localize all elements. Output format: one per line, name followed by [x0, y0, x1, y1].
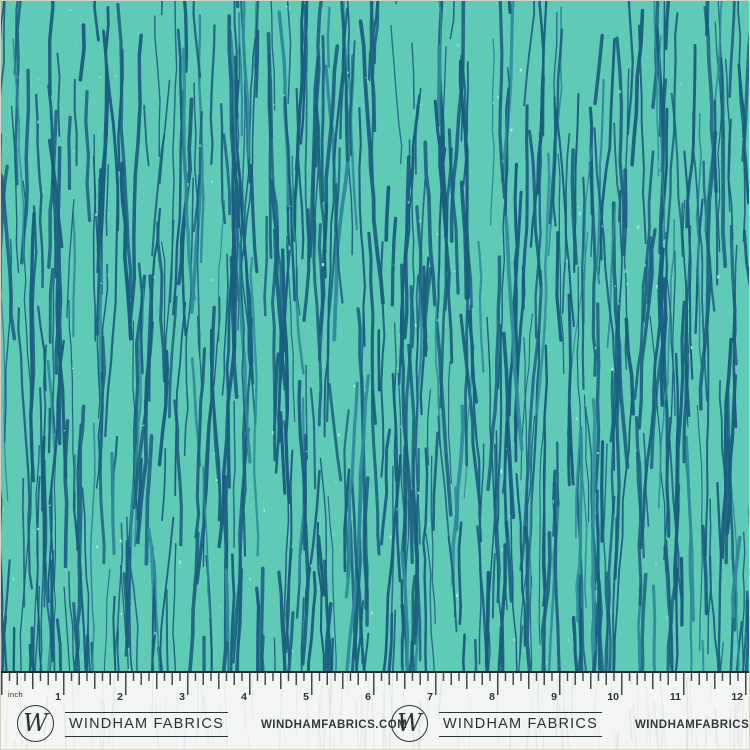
brand-website: WINDHAMFABRICS.COM	[635, 719, 749, 731]
ruler-number: 7	[416, 691, 433, 703]
ruler-number: 8	[478, 691, 495, 703]
brand-block: W WINDHAM FABRICS WINDHAMFABRICS.COM	[375, 704, 749, 745]
fabric-swatch-image: inch 123456789101112 W WINDHAM FABRICS W…	[0, 0, 750, 750]
branding-strip: W WINDHAM FABRICS WINDHAMFABRICS.COM W W…	[1, 704, 749, 745]
ruler-unit-label: inch	[8, 690, 23, 699]
windham-monogram-icon: W	[391, 705, 428, 742]
ruler-number: 11	[664, 691, 681, 703]
brand-name: WINDHAM FABRICS	[439, 712, 602, 737]
ruler-number: 1	[44, 691, 61, 703]
ruler-branding-strip: inch 123456789101112 W WINDHAM FABRICS W…	[1, 671, 749, 749]
ruler-number: 3	[168, 691, 185, 703]
fabric-texture-art	[1, 1, 749, 671]
brand-block: W WINDHAM FABRICS WINDHAMFABRICS.COM	[1, 704, 375, 745]
ruler-number: 6	[354, 691, 371, 703]
ruler-number: 4	[230, 691, 247, 703]
ruler-number: 2	[106, 691, 123, 703]
windham-monogram-icon: W	[17, 705, 54, 742]
logo-letter: W	[23, 711, 48, 735]
ruler-number: 12	[726, 691, 743, 703]
brand-name: WINDHAM FABRICS	[65, 712, 228, 737]
ruler-number: 10	[602, 691, 619, 703]
ruler: inch 123456789101112	[1, 673, 749, 704]
fabric-texture	[1, 1, 749, 671]
logo-letter: W	[397, 711, 422, 735]
ruler-number: 5	[292, 691, 309, 703]
ruler-number: 9	[540, 691, 557, 703]
